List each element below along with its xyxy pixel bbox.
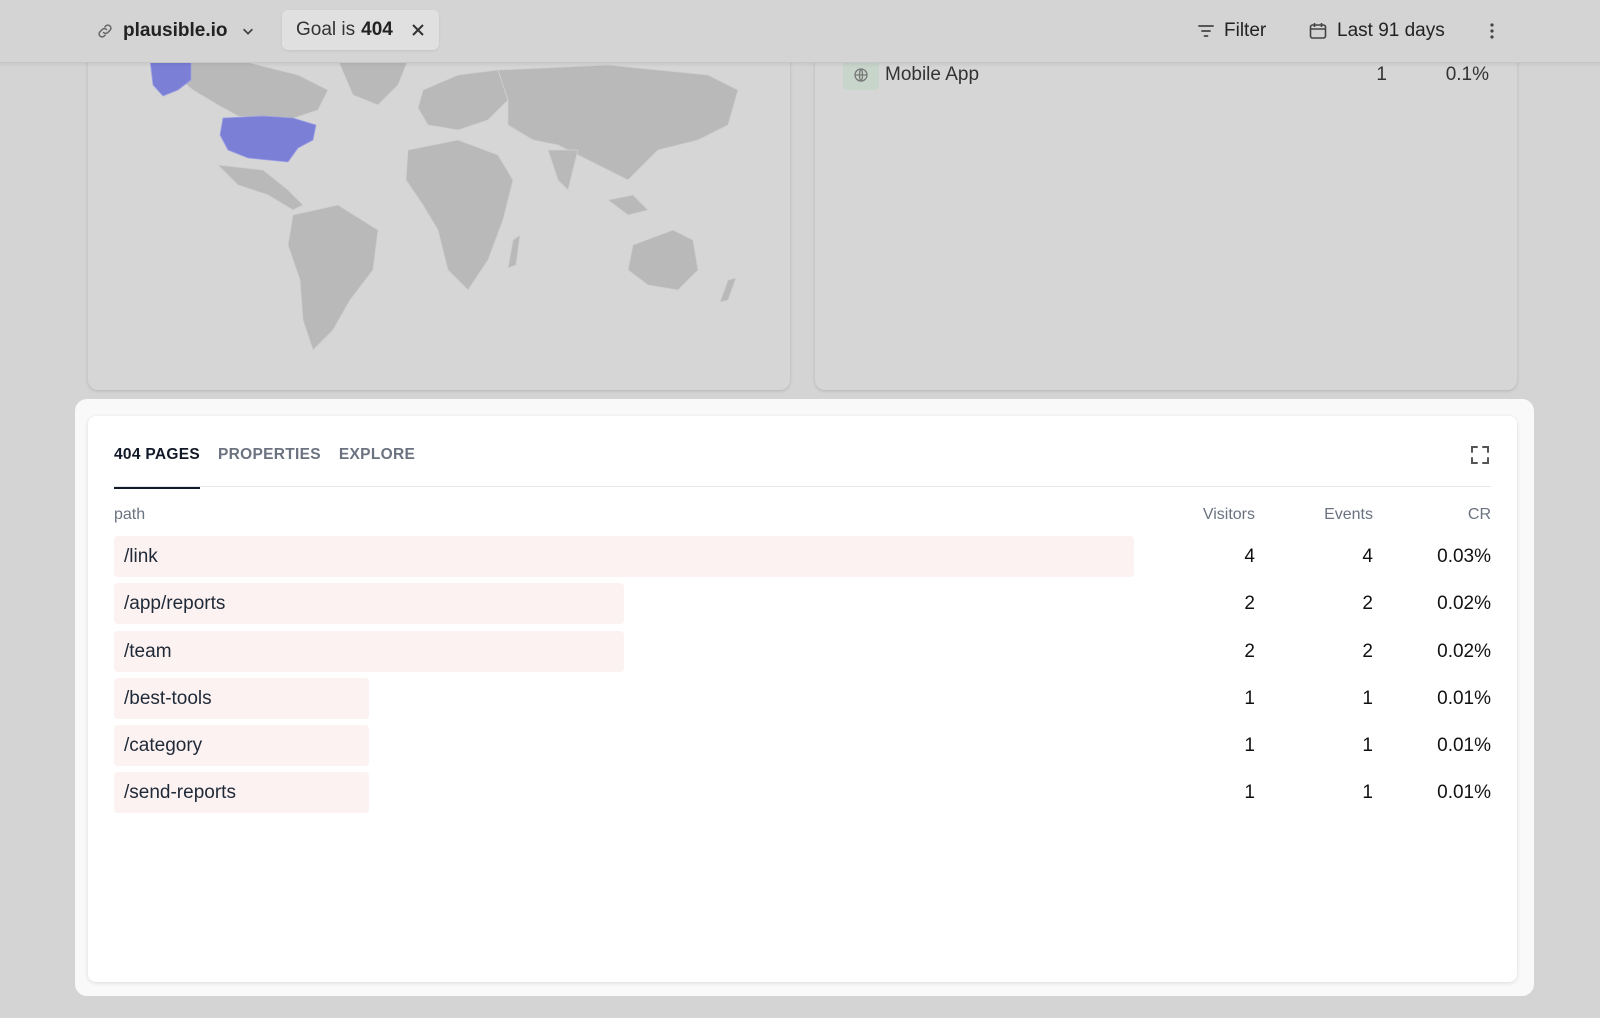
top-bar: plausible.io Goal is 404 Filter Last 91 … (0, 0, 1600, 63)
filter-icon (1198, 25, 1214, 37)
row-visitors: 4 (1244, 546, 1255, 567)
date-range-button[interactable]: Last 91 days (1308, 17, 1445, 45)
more-options-icon[interactable] (1484, 19, 1500, 43)
device-label: Mobile App (885, 64, 980, 85)
row-events: 4 (1362, 546, 1373, 567)
link-icon (98, 24, 112, 38)
pages-panel: 404 PAGES PROPERTIES EXPLORE path Visito… (88, 416, 1517, 982)
table-row[interactable]: /best-tools 1 1 0.01% (114, 676, 1491, 723)
row-visitors: 1 (1244, 735, 1255, 757)
expand-icon[interactable] (1469, 444, 1491, 466)
table-row[interactable]: /link 4 4 0.03% (114, 534, 1491, 581)
row-events: 1 (1362, 782, 1373, 804)
row-cr: 0.02% (1437, 593, 1491, 615)
row-visitors: 2 (1244, 640, 1255, 662)
chevron-down-icon (242, 28, 253, 35)
filter-button[interactable]: Filter (1196, 17, 1266, 45)
row-events: 1 (1362, 735, 1373, 757)
globe-icon (843, 60, 879, 90)
row-visitors: 2 (1244, 593, 1255, 615)
table-row[interactable]: /category 1 1 0.01% (114, 723, 1491, 770)
devices-card: Mobile App 1 0.1% (815, 30, 1517, 390)
row-bar (114, 630, 624, 672)
row-visitors: 1 (1244, 782, 1255, 804)
tab-404-pages[interactable]: 404 PAGES (114, 444, 200, 489)
device-percentage: 0.1% (1445, 64, 1489, 85)
row-visitors: 1 (1244, 687, 1255, 709)
table-row[interactable]: /team 2 2 0.02% (114, 629, 1491, 676)
goal-filter-pill[interactable]: Goal is 404 (282, 10, 439, 50)
row-path[interactable]: /category (124, 723, 202, 768)
row-cr: 0.02% (1437, 640, 1491, 662)
close-icon[interactable] (411, 23, 425, 37)
panel-tabs: 404 PAGES PROPERTIES EXPLORE (114, 444, 415, 489)
site-name: plausible.io (123, 20, 228, 41)
row-events: 1 (1362, 687, 1373, 709)
goal-prefix: Goal is (296, 19, 356, 40)
row-cr: 0.01% (1437, 735, 1491, 757)
column-header-path: path (114, 506, 146, 523)
list-item[interactable]: Mobile App 1 0.1% (843, 59, 1489, 91)
row-cr: 0.01% (1437, 687, 1491, 709)
site-switcher[interactable]: plausible.io (96, 17, 255, 45)
row-cr: 0.01% (1437, 782, 1491, 804)
table-row[interactable]: /app/reports 2 2 0.02% (114, 581, 1491, 628)
tab-properties[interactable]: PROPERTIES (218, 444, 321, 484)
column-header-events[interactable]: Events (1324, 506, 1373, 524)
row-path[interactable]: /link (124, 534, 158, 579)
row-path[interactable]: /send-reports (124, 770, 236, 815)
row-events: 2 (1362, 593, 1373, 615)
column-header-visitors[interactable]: Visitors (1203, 506, 1255, 524)
locations-map-card (88, 30, 790, 390)
tabs-divider (114, 486, 1491, 487)
calendar-icon (1309, 23, 1327, 39)
tab-explore[interactable]: EXPLORE (339, 444, 415, 484)
filter-label: Filter (1224, 20, 1267, 41)
row-cr: 0.03% (1437, 546, 1491, 567)
date-range-label: Last 91 days (1337, 20, 1445, 41)
row-bar (114, 536, 1134, 577)
pages-table: /link 4 4 0.03% /app/reports 2 2 0.02% /team 2 2 0.… (114, 534, 1491, 818)
device-visitors: 1 (1376, 64, 1387, 85)
row-events: 2 (1362, 640, 1373, 662)
row-path[interactable]: /app/reports (124, 581, 225, 626)
row-path[interactable]: /team (124, 629, 172, 674)
row-path[interactable]: /best-tools (124, 676, 212, 721)
table-row[interactable]: /send-reports 1 1 0.01% (114, 770, 1491, 817)
goal-value: 404 (361, 19, 393, 40)
column-header-cr[interactable]: CR (1468, 506, 1491, 524)
world-map (149, 59, 739, 351)
